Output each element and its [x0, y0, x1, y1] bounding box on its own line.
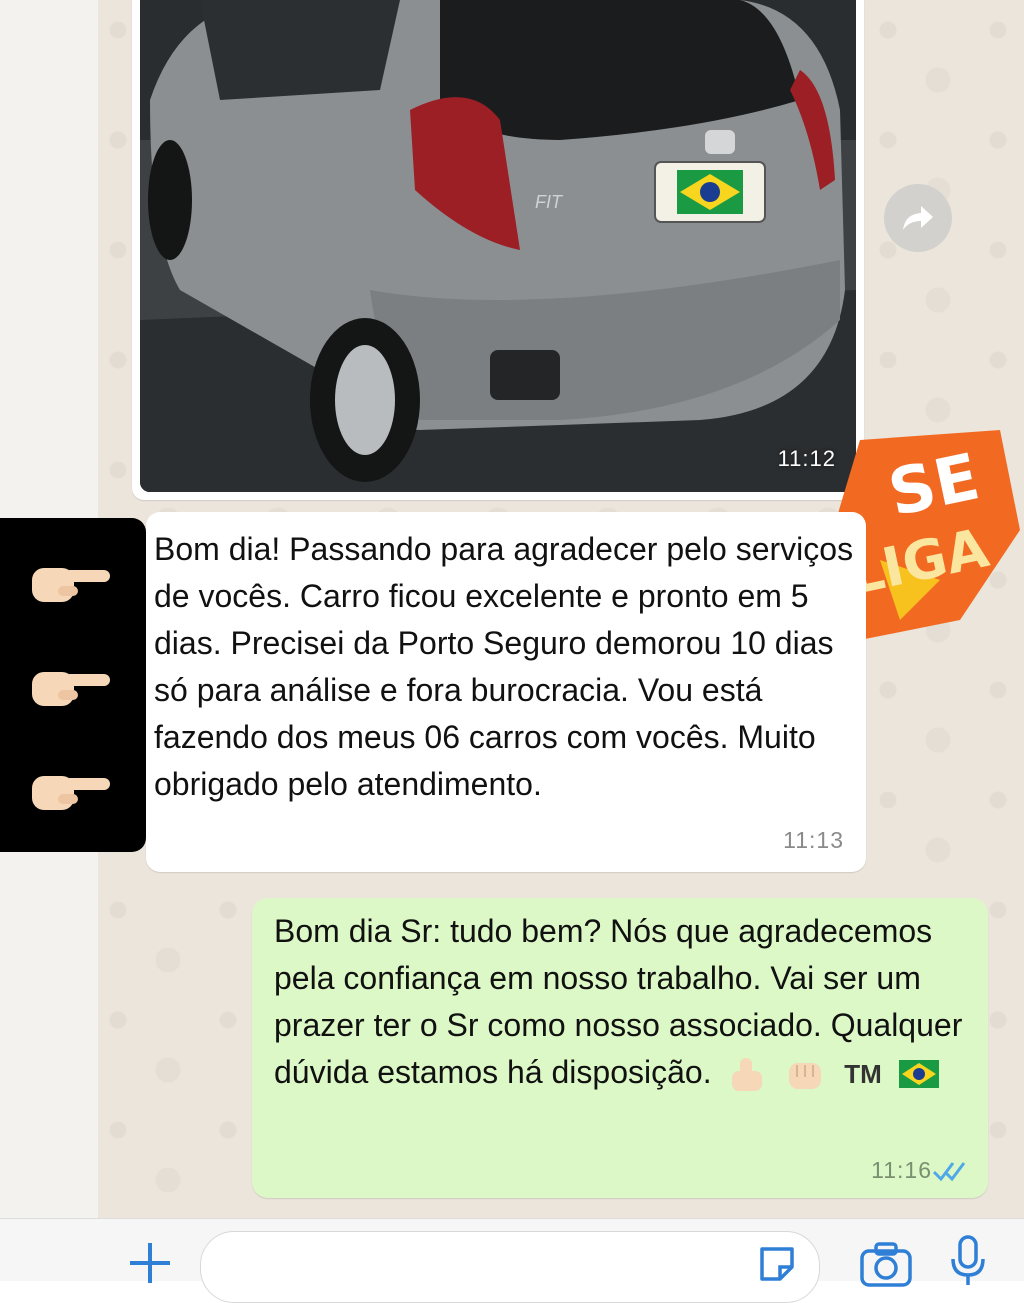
fist-bump-icon — [789, 1062, 822, 1089]
pointing-right-hand-icon — [32, 672, 110, 706]
pointing-right-hand-icon — [32, 568, 110, 602]
message-composer — [0, 1218, 1024, 1303]
pointing-hands-panel — [0, 518, 146, 852]
message-input[interactable] — [200, 1231, 820, 1303]
trademark-symbol: TM — [844, 1059, 882, 1090]
outgoing-message-bubble[interactable]: Bom dia Sr: tudo bem? Nós que agradecemo… — [252, 898, 988, 1198]
car-photo[interactable]: FIT 11:12 — [140, 0, 856, 492]
forward-icon — [903, 206, 933, 230]
incoming-message-timestamp: 11:13 — [783, 827, 844, 853]
forward-button[interactable] — [884, 184, 952, 252]
incoming-message-bubble[interactable]: Bom dia! Passando para agradecer pelo se… — [146, 512, 866, 872]
car-illustration: FIT — [140, 0, 856, 492]
incoming-message-text: Bom dia! Passando para agradecer pelo se… — [154, 531, 854, 802]
camera-icon[interactable] — [858, 1239, 914, 1289]
microphone-icon[interactable] — [948, 1233, 988, 1289]
image-message-bubble[interactable]: FIT 11:12 — [132, 0, 864, 500]
svg-text:FIT: FIT — [535, 192, 564, 212]
outgoing-message-content: Bom dia Sr: tudo bem? Nós que agradecemo… — [274, 908, 974, 1098]
double-check-icon — [932, 1162, 966, 1182]
pointing-right-hand-icon — [32, 776, 110, 810]
brazil-flag-icon — [898, 1059, 939, 1088]
thumbs-up-icon — [732, 1057, 763, 1091]
sticker-icon[interactable] — [756, 1243, 798, 1285]
outgoing-message-timestamp: 11:16 — [871, 1157, 932, 1183]
